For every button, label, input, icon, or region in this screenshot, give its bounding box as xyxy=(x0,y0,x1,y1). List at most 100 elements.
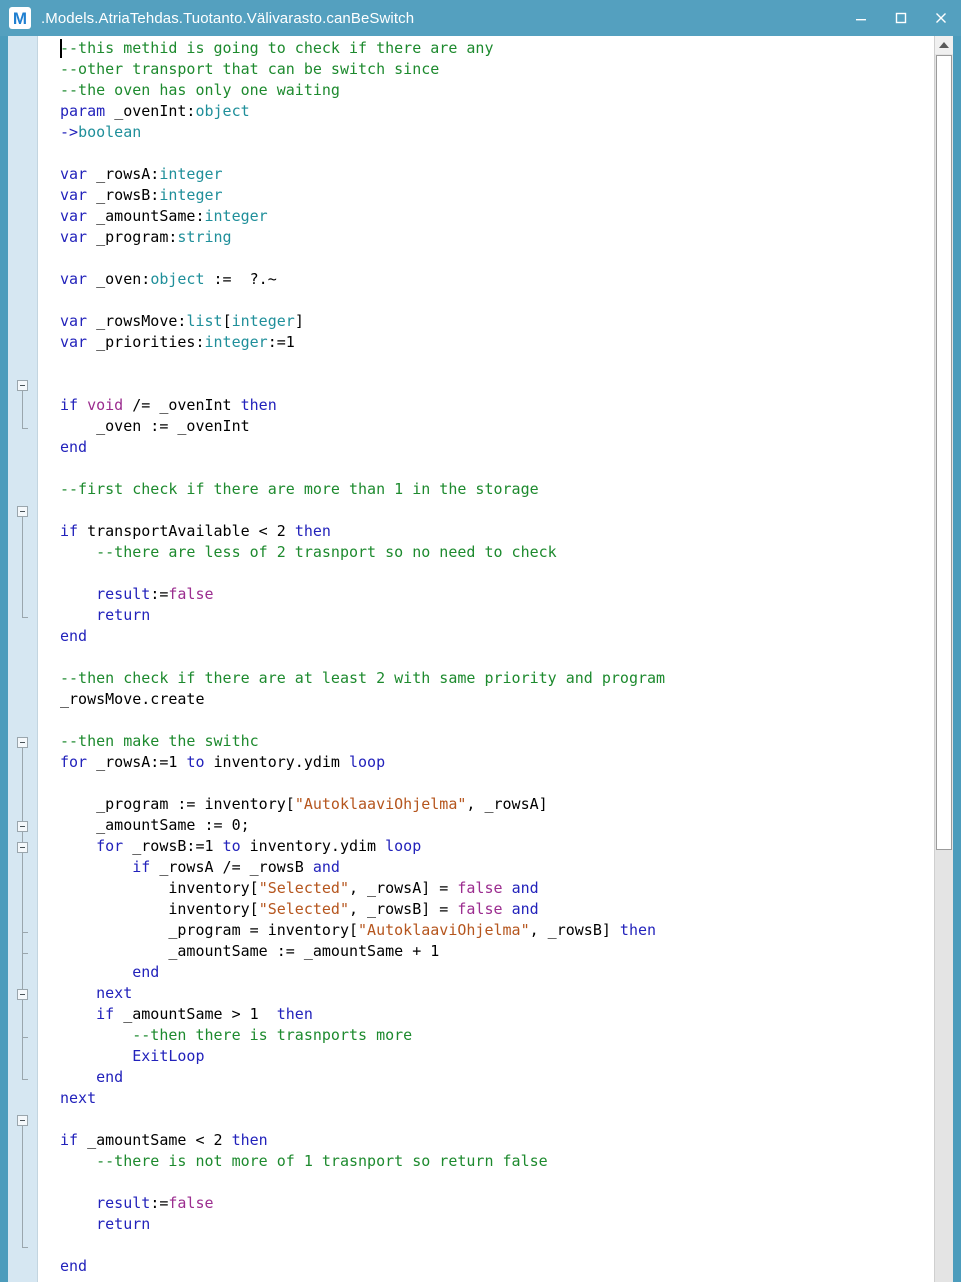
code-token: ExitLoop xyxy=(132,1047,205,1065)
code-line: _program := inventory["AutoklaaviOhjelma… xyxy=(60,794,665,815)
close-button[interactable] xyxy=(921,0,961,36)
code-token: if xyxy=(60,396,88,414)
code-token: var xyxy=(60,270,97,288)
code-token: to xyxy=(186,753,214,771)
code-line: var _amountSame:integer xyxy=(60,206,665,227)
code-token: _amountSame: xyxy=(96,207,205,225)
code-token: , _rowsB] = xyxy=(349,900,458,918)
code-line: next xyxy=(60,1088,665,1109)
code-token: --the oven has only one waiting xyxy=(60,81,340,99)
code-token: loop xyxy=(349,753,386,771)
fold-toggle-icon[interactable] xyxy=(17,380,28,391)
fold-toggle-icon[interactable] xyxy=(17,989,28,1000)
code-token: _rowsA: xyxy=(96,165,160,183)
code-line: --the oven has only one waiting xyxy=(60,80,665,101)
fold-margin[interactable] xyxy=(8,36,38,1282)
code-token: loop xyxy=(385,837,422,855)
code-token: --then make the swithc xyxy=(60,732,259,750)
code-token: , _rowsA] xyxy=(466,795,548,813)
code-line: return xyxy=(60,1214,665,1235)
code-line: ->boolean xyxy=(60,122,665,143)
code-token: if xyxy=(132,858,151,876)
code-line: if void /= _ovenInt then xyxy=(60,395,665,416)
code-token: return xyxy=(96,606,151,624)
fold-end-marker xyxy=(22,953,28,954)
code-token: _rowsB:=1 xyxy=(132,837,223,855)
code-line: if _amountSame < 2 then xyxy=(60,1130,665,1151)
fold-toggle-icon[interactable] xyxy=(17,506,28,517)
maximize-button[interactable] xyxy=(881,0,921,36)
fold-toggle-icon[interactable] xyxy=(17,737,28,748)
code-token: transportAvailable < 2 xyxy=(87,522,295,540)
minimize-button[interactable] xyxy=(841,0,881,36)
fold-toggle-icon[interactable] xyxy=(17,842,28,853)
code-editor[interactable]: --this methid is going to check if there… xyxy=(8,36,953,1282)
code-token: if xyxy=(60,1131,88,1149)
scroll-up-button[interactable] xyxy=(935,36,953,54)
code-line: end xyxy=(60,1256,665,1277)
code-token: then xyxy=(231,1131,268,1149)
code-token: _program = inventory[ xyxy=(60,921,359,939)
fold-guide-line xyxy=(22,391,23,428)
code-token: integer xyxy=(231,312,295,330)
code-surface[interactable]: --this methid is going to check if there… xyxy=(38,36,934,1282)
code-line: var _rowsA:integer xyxy=(60,164,665,185)
code-line: _oven := _ovenInt xyxy=(60,416,665,437)
code-line: result:=false xyxy=(60,584,665,605)
fold-toggle-icon[interactable] xyxy=(17,1115,28,1126)
close-icon xyxy=(934,11,948,25)
code-line: result:=false xyxy=(60,1193,665,1214)
code-line: var _priorities:integer:=1 xyxy=(60,332,665,353)
code-line: end xyxy=(60,626,665,647)
title-bar[interactable]: M .Models.AtriaTehdas.Tuotanto.Välivaras… xyxy=(0,0,961,36)
code-line: --first check if there are more than 1 i… xyxy=(60,479,665,500)
code-token: var xyxy=(60,228,97,246)
code-token: _ovenInt: xyxy=(114,102,196,120)
code-token: var xyxy=(60,165,97,183)
code-line: ExitLoop xyxy=(60,1046,665,1067)
code-token: false xyxy=(168,1194,214,1212)
fold-end-marker xyxy=(22,1079,28,1080)
source-code[interactable]: --this methid is going to check if there… xyxy=(38,38,665,1277)
window-title: .Models.AtriaTehdas.Tuotanto.Välivarasto… xyxy=(41,9,415,27)
code-token: integer xyxy=(204,207,268,225)
code-token: var xyxy=(60,207,97,225)
vertical-scrollbar[interactable] xyxy=(934,36,953,1282)
fold-end-marker xyxy=(22,617,28,618)
code-token: --then check if there are at least 2 wit… xyxy=(60,669,666,687)
code-token: _rowsMove.create xyxy=(60,690,205,708)
code-token: next xyxy=(96,984,133,1002)
application-window: M .Models.AtriaTehdas.Tuotanto.Välivaras… xyxy=(0,0,961,1282)
code-line: for _rowsA:=1 to inventory.ydim loop xyxy=(60,752,665,773)
code-token: end xyxy=(60,627,88,645)
code-line: return xyxy=(60,605,665,626)
code-token: then xyxy=(294,522,331,540)
fold-guide-line xyxy=(22,1126,23,1247)
code-token: , _rowsA] = xyxy=(349,879,458,897)
app-logo-letter: M xyxy=(12,8,28,28)
fold-toggle-icon[interactable] xyxy=(17,821,28,832)
code-token: then xyxy=(240,396,277,414)
code-token: --there are less of 2 trasnport so no ne… xyxy=(60,543,557,561)
code-line: --there are less of 2 trasnport so no ne… xyxy=(60,542,665,563)
code-token: end xyxy=(60,1257,88,1275)
code-line: var _program:string xyxy=(60,227,665,248)
code-token: _amountSame := _amountSame + 1 xyxy=(60,942,440,960)
code-token: , _rowsB] xyxy=(529,921,620,939)
code-line: if transportAvailable < 2 then xyxy=(60,521,665,542)
code-token: _rowsA:=1 xyxy=(96,753,187,771)
scrollbar-thumb[interactable] xyxy=(936,55,952,850)
